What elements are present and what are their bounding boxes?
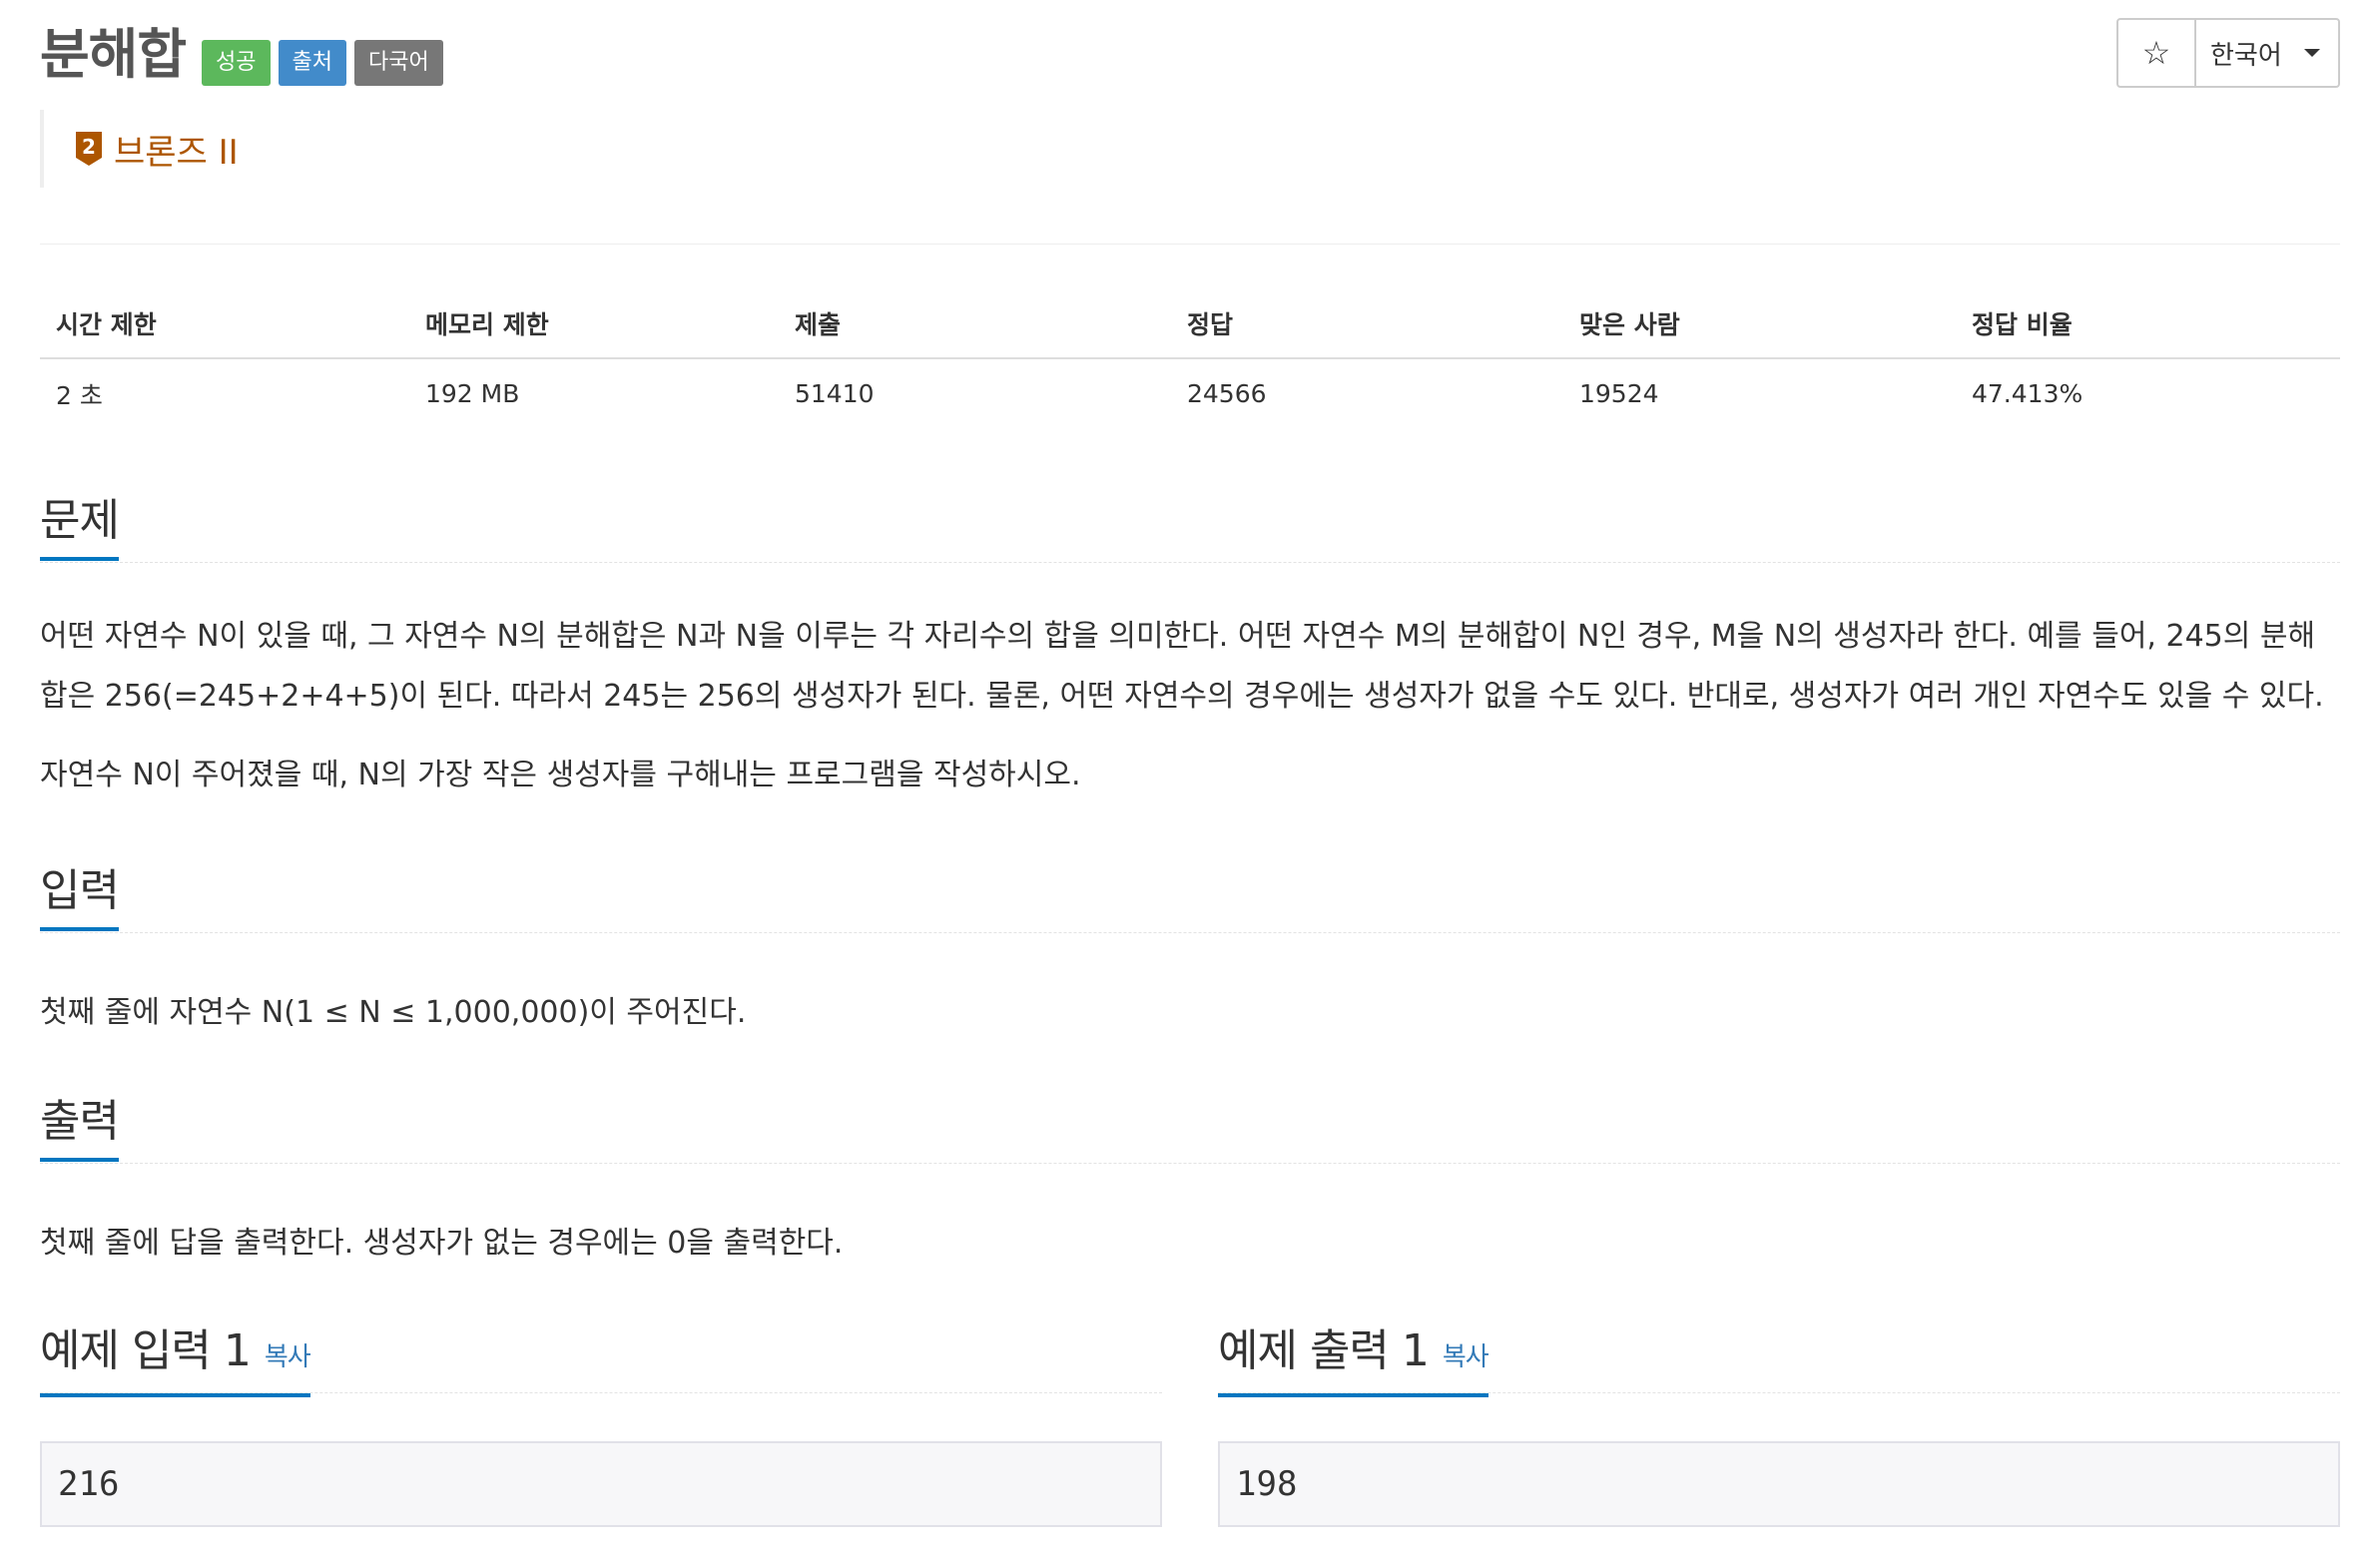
value-accepted[interactable]: 24566: [1171, 358, 1563, 428]
svg-text:2: 2: [82, 135, 96, 159]
label-success[interactable]: 성공: [202, 40, 271, 86]
section-title: 예제 출력 1 복사: [1218, 1319, 1489, 1397]
bronze-tier-icon: 2: [76, 132, 102, 166]
favorite-button[interactable]: ☆: [2118, 20, 2196, 86]
value-submissions[interactable]: 51410: [779, 358, 1171, 428]
info-header-row: 시간 제한 메모리 제한 제출 정답 맞은 사람 정답 비율: [40, 289, 2340, 359]
header-accept-ratio: 정답 비율: [1956, 289, 2340, 359]
value-memory-limit: 192 MB: [425, 379, 520, 408]
input-description: 첫째 줄에 자연수 N(1 ≤ N ≤ 1,000,000)이 주어진다.: [40, 995, 747, 1030]
output-description: 첫째 줄에 답을 출력한다. 생성자가 없는 경우에는 0을 출력한다.: [40, 1226, 844, 1261]
value-accept-ratio: 47.413%: [1972, 379, 2083, 408]
sample-input-box[interactable]: 216: [40, 1441, 1162, 1527]
description-paragraph: 자연수 N이 주어졌을 때, N의 가장 작은 생성자를 구해내는 프로그램을 …: [40, 758, 1081, 792]
header-submissions: 제출: [779, 289, 1171, 359]
copy-button[interactable]: 복사: [1443, 1342, 1489, 1372]
header-time-limit: 시간 제한: [40, 289, 409, 359]
header-memory-limit: 메모리 제한: [409, 289, 779, 359]
header-accepted: 정답: [1171, 289, 1563, 359]
section-headline: 예제 출력 1 복사: [1218, 1319, 2340, 1397]
language-dropdown[interactable]: 한국어: [2196, 20, 2338, 86]
label-source[interactable]: 출처: [278, 40, 347, 86]
section-headline: 출력: [40, 1090, 2340, 1164]
description-paragraph: 어떤 자연수 N이 있을 때, 그 자연수 N의 분해합은 N과 N을 이루는 …: [40, 619, 2324, 714]
problem-page: 분해합 성공 출처 다국어 ☆ 한국어 2 브론즈 II 시간 제한 메모리 제…: [0, 0, 2380, 1562]
sample-output-box[interactable]: 198: [1218, 1441, 2340, 1527]
input-section: 입력 첫째 줄에 자연수 N(1 ≤ N ≤ 1,000,000)이 주어진다.: [40, 859, 2340, 1043]
sample-input-section: 예제 입력 1 복사 216: [40, 1319, 1162, 1527]
problem-labels: 성공 출처 다국어: [202, 40, 443, 86]
value-time-limit: 2 초: [56, 380, 103, 410]
section-title: 문제: [40, 489, 120, 561]
section-title: 예제 입력 1 복사: [40, 1319, 311, 1397]
tier-label[interactable]: 브론즈 II: [114, 125, 239, 174]
section-title: 입력: [40, 859, 120, 931]
problem-title: 분해합: [40, 23, 187, 86]
copy-button[interactable]: 복사: [265, 1342, 311, 1372]
section-headline: 입력: [40, 859, 2340, 933]
problem-description-section: 문제 어떤 자연수 N이 있을 때, 그 자연수 N의 분해합은 N과 N을 이…: [40, 489, 2340, 805]
section-title: 출력: [40, 1090, 120, 1162]
star-icon: ☆: [2141, 34, 2171, 72]
label-multilang[interactable]: 다국어: [354, 40, 443, 86]
caret-down-icon: [2303, 49, 2320, 57]
divider: [40, 244, 2340, 245]
section-headline: 예제 입력 1 복사: [40, 1319, 1162, 1397]
output-section: 출력 첫째 줄에 답을 출력한다. 생성자가 없는 경우에는 0을 출력한다.: [40, 1090, 2340, 1274]
title-row: 분해합 성공 출처 다국어: [40, 20, 443, 90]
info-value-row: 2 초 192 MB 51410 24566 19524 47.413%: [40, 358, 2340, 428]
sample-output-section: 예제 출력 1 복사 198: [1218, 1319, 2340, 1527]
top-button-group: ☆ 한국어: [2116, 18, 2340, 88]
tier-block: 2 브론즈 II: [40, 110, 239, 188]
problem-info-table: 시간 제한 메모리 제한 제출 정답 맞은 사람 정답 비율 2 초 192 M…: [40, 289, 2340, 428]
section-headline: 문제: [40, 489, 2340, 563]
language-label: 한국어: [2210, 40, 2282, 71]
header-solved-users: 맞은 사람: [1563, 289, 1956, 359]
value-solved-users[interactable]: 19524: [1563, 358, 1956, 428]
